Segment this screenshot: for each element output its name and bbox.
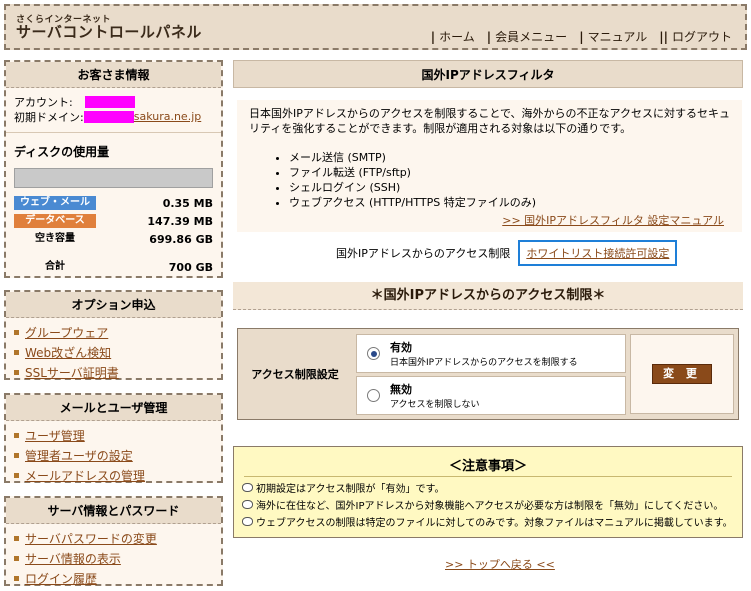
web-mail-value: 0.35 MB <box>162 196 213 210</box>
nav-member-menu[interactable]: | 会員メニュー <box>484 28 570 45</box>
setting-form: アクセス制限設定 有効 日本国外IPアドレスからのアクセスを制限する 無効 アク… <box>237 328 739 420</box>
sidebar-item-server-info[interactable]: サーバ情報の表示 <box>14 548 213 568</box>
notice-line: ウェブアクセスの制限は特定のファイルに対してのみです。対象ファイルはマニュアルに… <box>234 513 742 530</box>
back-to-top-link[interactable]: >> トップへ戻る << <box>445 556 555 572</box>
speech-bubble-icon <box>242 500 253 509</box>
nav-logout[interactable]: || ログアウト <box>656 28 735 45</box>
setting-label: アクセス制限設定 <box>251 368 339 381</box>
option-enabled[interactable]: 有効 日本国外IPアドレスからのアクセスを制限する <box>356 334 626 373</box>
target-item: ウェブアクセス (HTTP/HTTPS 特定ファイルのみ) <box>289 195 730 210</box>
domain-row: 初期ドメイン: sakura.ne.jp <box>6 109 221 124</box>
disk-usage-bar <box>14 168 213 188</box>
disabled-title: 無効 <box>390 383 412 396</box>
free-space-label: 空き容量 <box>35 233 75 244</box>
disk-row-total: 合計 700 GB <box>6 258 221 276</box>
logo-title: サーバコントロールパネル <box>16 23 202 41</box>
bullet-icon <box>14 369 19 375</box>
disk-usage-title: ディスクの使用量 <box>6 132 221 164</box>
bullet-icon <box>14 472 19 478</box>
account-redacted <box>84 95 135 108</box>
database-label: データベース <box>14 214 96 228</box>
description-text: 日本国外IPアドレスからのアクセスを制限することで、海外からの不正なアクセスに対… <box>249 107 731 135</box>
sidebar-item-password[interactable]: サーバパスワードの変更 <box>14 528 213 548</box>
change-cell: 変 更 <box>630 334 734 414</box>
notice-line: 海外に在住など、国外IPアドレスから対象機能へアクセスが必要な方は制限を「無効」… <box>234 496 742 513</box>
server-info-panel: サーバ情報とパスワード サーバパスワードの変更 サーバ情報の表示 ログイン履歴 <box>4 496 223 586</box>
target-item: メール送信 (SMTP) <box>289 150 730 165</box>
sidebar-item-groupware[interactable]: グループウェア <box>14 322 213 342</box>
option-disabled[interactable]: 無効 アクセスを制限しない <box>356 376 626 415</box>
manual-link[interactable]: >> 国外IPアドレスフィルタ 設定マニュアル <box>502 213 724 228</box>
domain-redacted <box>83 110 134 123</box>
domain-suffix[interactable]: sakura.ne.jp <box>134 110 202 123</box>
bullet-icon <box>14 452 19 458</box>
page-title: 国外IPアドレスフィルタ <box>233 60 743 88</box>
section-title: ＊国外IPアドレスからのアクセス制限＊ <box>233 282 743 310</box>
notice-line: 初期設定はアクセス制限が「有効」です。 <box>234 479 742 496</box>
target-item: ファイル転送 (FTP/sftp) <box>289 165 730 180</box>
disk-row-free: 空き容量 699.86 GB <box>6 230 221 248</box>
disabled-desc: アクセスを制限しない <box>390 400 480 410</box>
bullet-icon <box>14 349 19 355</box>
web-mail-label: ウェブ・メール <box>14 196 96 210</box>
notice-box: ＜注意事項＞ 初期設定はアクセス制限が「有効」です。 海外に在住など、国外IPア… <box>233 446 743 538</box>
sidebar-item-login-history[interactable]: ログイン履歴 <box>14 568 213 588</box>
whitelist-link[interactable]: ホワイトリスト接続許可設定 <box>518 240 678 266</box>
account-row: アカウント: <box>6 94 221 109</box>
guest-info-title: お客さま情報 <box>6 62 221 88</box>
filter-row: 国外IPアドレスからのアクセス制限 ホワイトリスト接続許可設定 <box>336 240 678 266</box>
speech-bubble-icon <box>242 483 253 492</box>
change-button[interactable]: 変 更 <box>652 364 712 384</box>
option-panel: オプション申込 グループウェア Web改ざん検知 SSLサーバ証明書 <box>4 290 223 380</box>
filter-label: 国外IPアドレスからのアクセス制限 <box>336 247 511 260</box>
guest-info-panel: お客さま情報 アカウント: 初期ドメイン: sakura.ne.jp ディスクの… <box>4 60 223 278</box>
sidebar-item-mail-address[interactable]: メールアドレスの管理 <box>14 465 213 485</box>
bullet-icon <box>14 432 19 438</box>
option-title: オプション申込 <box>6 292 221 318</box>
mail-user-title: メールとユーザ管理 <box>6 395 221 421</box>
nav-manual[interactable]: | マニュアル <box>576 28 650 45</box>
free-space-value: 699.86 GB <box>149 232 213 246</box>
database-value: 147.39 MB <box>147 214 213 228</box>
domain-label: 初期ドメイン: <box>14 110 84 124</box>
total-label: 合計 <box>45 261 65 272</box>
target-item: シェルログイン (SSH) <box>289 180 730 195</box>
account-label: アカウント: <box>14 95 73 109</box>
enabled-desc: 日本国外IPアドレスからのアクセスを制限する <box>390 358 578 368</box>
sidebar-item-ssl[interactable]: SSLサーバ証明書 <box>14 362 213 382</box>
sidebar-item-web-tamper[interactable]: Web改ざん検知 <box>14 342 213 362</box>
bullet-icon <box>14 555 19 561</box>
total-value: 700 GB <box>168 260 213 274</box>
bullet-icon <box>14 535 19 541</box>
header-bar: さくらインターネット サーバコントロールパネル | ホーム | 会員メニュー | マニ… <box>4 4 747 50</box>
bullet-icon <box>14 575 19 581</box>
radio-enabled[interactable] <box>367 347 380 360</box>
server-info-title: サーバ情報とパスワード <box>6 498 221 524</box>
nav-home[interactable]: | ホーム <box>428 28 478 45</box>
speech-bubble-icon <box>242 517 253 526</box>
enabled-title: 有効 <box>390 341 412 354</box>
top-nav: | ホーム | 会員メニュー | マニュアル || ログアウト <box>428 28 735 45</box>
bullet-icon <box>14 329 19 335</box>
mail-user-panel: メールとユーザ管理 ユーザ管理 管理者ユーザの設定 メールアドレスの管理 <box>4 393 223 483</box>
radio-disabled[interactable] <box>367 389 380 402</box>
sidebar-item-admin-user[interactable]: 管理者ユーザの設定 <box>14 445 213 465</box>
disk-row-web: ウェブ・メール 0.35 MB <box>6 194 221 212</box>
description-area: 日本国外IPアドレスからのアクセスを制限することで、海外からの不正なアクセスに対… <box>237 100 742 232</box>
target-list: メール送信 (SMTP) ファイル転送 (FTP/sftp) シェルログイン (… <box>249 150 730 210</box>
sidebar-item-user-mgmt[interactable]: ユーザ管理 <box>14 425 213 445</box>
notice-title: ＜注意事項＞ <box>244 447 732 477</box>
disk-row-db: データベース 147.39 MB <box>6 212 221 230</box>
